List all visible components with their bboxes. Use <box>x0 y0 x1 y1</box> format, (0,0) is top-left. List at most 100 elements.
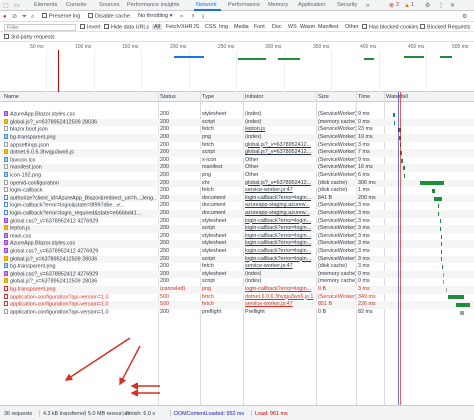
initiator-cell[interactable]: login-callback?error=login... <box>245 256 315 264</box>
initiator-cell[interactable]: (index) <box>245 271 315 279</box>
initiator-cell[interactable]: login-callback?error=login... <box>245 195 315 203</box>
initiator-cell[interactable]: (index) <box>245 278 315 286</box>
search-icon[interactable]: ⌕ <box>31 14 34 20</box>
initiator-cell[interactable]: service-worker.js:47 <box>245 301 315 309</box>
initiator-cell[interactable]: login-callback?error=login... <box>245 218 315 226</box>
initiator-cell[interactable]: Preflight <box>245 309 315 317</box>
type-filter-css[interactable]: CSS <box>205 24 216 30</box>
close-icon[interactable]: ✕ <box>450 3 455 9</box>
third-party-checkbox[interactable]: 3rd-party requests <box>4 34 55 41</box>
table-row[interactable]: appsettings.json 200 fetch global.js?_v=637… <box>0 141 474 150</box>
initiator-cell[interactable]: service-worker.js:47 <box>245 263 315 271</box>
warning-count-badge[interactable]: 1 <box>411 2 414 8</box>
initiator-cell[interactable]: login-callback?error=login... <box>245 233 315 241</box>
table-row[interactable]: dotnet.6.0.6.3hvqju3wx6.js 200 script globa… <box>0 149 474 157</box>
blocked-requests-checkbox[interactable]: Blocked Requests <box>420 24 470 31</box>
table-row[interactable]: application-configuration?api-version=1.… <box>0 308 474 317</box>
tab-elements[interactable]: Elements <box>34 2 57 8</box>
table-row[interactable]: global.css?_v=6378952412 4276929 200 style… <box>0 248 474 256</box>
initiator-cell[interactable]: global.js?_v=6378952412... <box>245 142 315 150</box>
initiator-cell[interactable]: service-worker.js:47 <box>245 187 315 195</box>
checkbox-box[interactable] <box>42 13 47 18</box>
settings-gear-icon[interactable]: ⚙ <box>425 3 430 9</box>
table-row[interactable]: main.css 200 stylesheet login-callback?erro… <box>0 232 474 241</box>
table-row[interactable]: login-callback?error=login_required&stat… <box>0 210 474 218</box>
clear-icon[interactable]: ⊘ <box>12 14 17 20</box>
column-header-status[interactable]: Status <box>160 94 176 100</box>
type-filter-media[interactable]: Media <box>234 24 249 30</box>
table-row[interactable]: manifest.json 200 manifest Other (ServiceWor… <box>0 164 474 172</box>
inspect-element-icon[interactable]: ⬚ <box>3 3 9 9</box>
throttling-select[interactable]: No throttling ▾ <box>138 13 173 19</box>
overview-timeline[interactable] <box>0 42 474 92</box>
initiator-cell[interactable]: Other <box>245 157 315 165</box>
invert-checkbox[interactable]: Invert <box>80 24 100 31</box>
column-header-time[interactable]: Time <box>358 94 370 100</box>
tab-sources[interactable]: Sources <box>99 2 120 8</box>
table-row[interactable]: icon-192.png 200 png Other (ServiceWorker) 6 … <box>0 172 474 180</box>
column-header-initiator[interactable]: Initiator <box>245 94 263 100</box>
table-row[interactable]: bg-transparent.png 200 fetch service-worker… <box>0 263 474 271</box>
type-filter-all[interactable]: All <box>152 24 162 30</box>
request-name-cell[interactable]: application-configuration?api-version=1.… <box>4 308 156 317</box>
tab-performance[interactable]: Performance <box>228 2 260 8</box>
tab-console[interactable]: Console <box>66 2 87 8</box>
type-filter-js[interactable]: JS <box>193 24 199 30</box>
has-blocked-cookies-checkbox[interactable]: Has blocked cookies <box>362 24 418 31</box>
error-count-badge[interactable]: 2 <box>396 2 399 8</box>
tab-security[interactable]: Security <box>337 2 357 8</box>
initiator-cell[interactable]: (index) <box>245 119 315 127</box>
initiator-cell[interactable]: login-callback?error=login... <box>245 240 315 248</box>
initiator-cell[interactable]: global.js?_v=6378952412... <box>245 149 315 157</box>
table-row[interactable]: authorize?client_id=AzureApp_Blazor&redi… <box>0 194 474 203</box>
type-filter-doc[interactable]: Doc <box>272 24 282 30</box>
initiator-cell[interactable]: azureapp-staging.azurew... <box>245 202 315 210</box>
initiator-cell[interactable]: (index) <box>245 134 315 142</box>
tab-network[interactable]: Network <box>196 2 217 8</box>
table-row[interactable]: application-configuration?api-version=1.… <box>0 293 474 302</box>
tab-application[interactable]: Application <box>298 2 325 8</box>
network-conditions-icon[interactable]: ≈ <box>180 14 183 20</box>
type-filter-fetch-xhr[interactable]: Fetch/XHR <box>166 24 192 30</box>
import-har-icon[interactable]: ⭱ <box>192 14 194 20</box>
tab-performance-insights[interactable]: Performance insights <box>127 2 180 8</box>
table-row[interactable]: global.js?_v=6378952412509 28036 200 scrip… <box>0 118 474 127</box>
type-filter-img[interactable]: Img <box>219 24 228 30</box>
column-header-size[interactable]: Size <box>318 94 329 100</box>
table-row[interactable]: blazor.boot.json 200 fetch lepton.js (Servic… <box>0 126 474 134</box>
initiator-cell[interactable]: global.js?_v=6378952412... <box>245 180 315 188</box>
table-row[interactable]: login-callback 200 fetch service-worker.js:… <box>0 187 474 195</box>
export-har-icon[interactable]: ⭳ <box>202 14 204 20</box>
filter-input[interactable]: Filter <box>4 23 76 31</box>
table-row[interactable]: bg-transparent.png (canceled) png login-cal… <box>0 286 474 294</box>
table-row[interactable]: AzureApp.Blazor.styles.css 200 stylesheet l… <box>0 240 474 248</box>
disable-cache-checkbox[interactable]: Disable cache <box>88 13 130 20</box>
table-row[interactable]: login-callback?error=login&state=9f997d6… <box>0 202 474 210</box>
table-row[interactable]: global.css?_v=6378952412 4276929 200 style… <box>0 270 474 279</box>
initiator-cell[interactable]: azureapp-staging.azurew... <box>245 210 315 218</box>
table-row[interactable]: global.css?_v=6378952412 4276929 200 style… <box>0 217 474 226</box>
table-row[interactable]: application-configuration?api-version=1.… <box>0 301 474 309</box>
column-header-type[interactable]: Type <box>202 94 214 100</box>
table-row[interactable]: lepton.js 200 script login-callback?error=l… <box>0 225 474 233</box>
initiator-cell[interactable]: Other <box>245 164 315 172</box>
type-filter-ws[interactable]: WS <box>288 24 297 30</box>
record-stop-icon[interactable]: ● <box>3 14 7 20</box>
table-row[interactable]: openid-configuration 200 xhr global.js?_v=6… <box>0 179 474 188</box>
table-row[interactable]: bg-transparent.png 200 png (index) (ServiceW… <box>0 134 474 142</box>
checkbox-box[interactable] <box>362 24 367 29</box>
more-tabs-icon[interactable]: » <box>366 3 369 9</box>
table-row[interactable]: global.js?_v=6378952412509 28036 200 scrip… <box>0 278 474 286</box>
checkbox-box[interactable] <box>88 13 93 18</box>
checkbox-box[interactable] <box>420 24 425 29</box>
initiator-cell[interactable]: login-callback?error=login... <box>245 225 315 233</box>
table-row[interactable]: favicon.ico 200 x-icon Other (ServiceWorker)… <box>0 156 474 165</box>
initiator-cell[interactable]: login-callback?error=login... <box>245 248 315 256</box>
initiator-cell[interactable]: dotnet.6.0.6.3hvqju3wx6.js:1 <box>245 294 315 302</box>
initiator-cell[interactable]: login-callback?error=login... <box>245 286 315 294</box>
more-options-icon[interactable]: ⋮ <box>438 3 444 9</box>
type-filter-other[interactable]: Other <box>345 24 358 30</box>
checkbox-box[interactable] <box>4 34 9 39</box>
type-filter-wasm[interactable]: Wasm <box>300 24 315 30</box>
hide-data-urls-checkbox[interactable]: Hide data URLs <box>104 24 149 31</box>
